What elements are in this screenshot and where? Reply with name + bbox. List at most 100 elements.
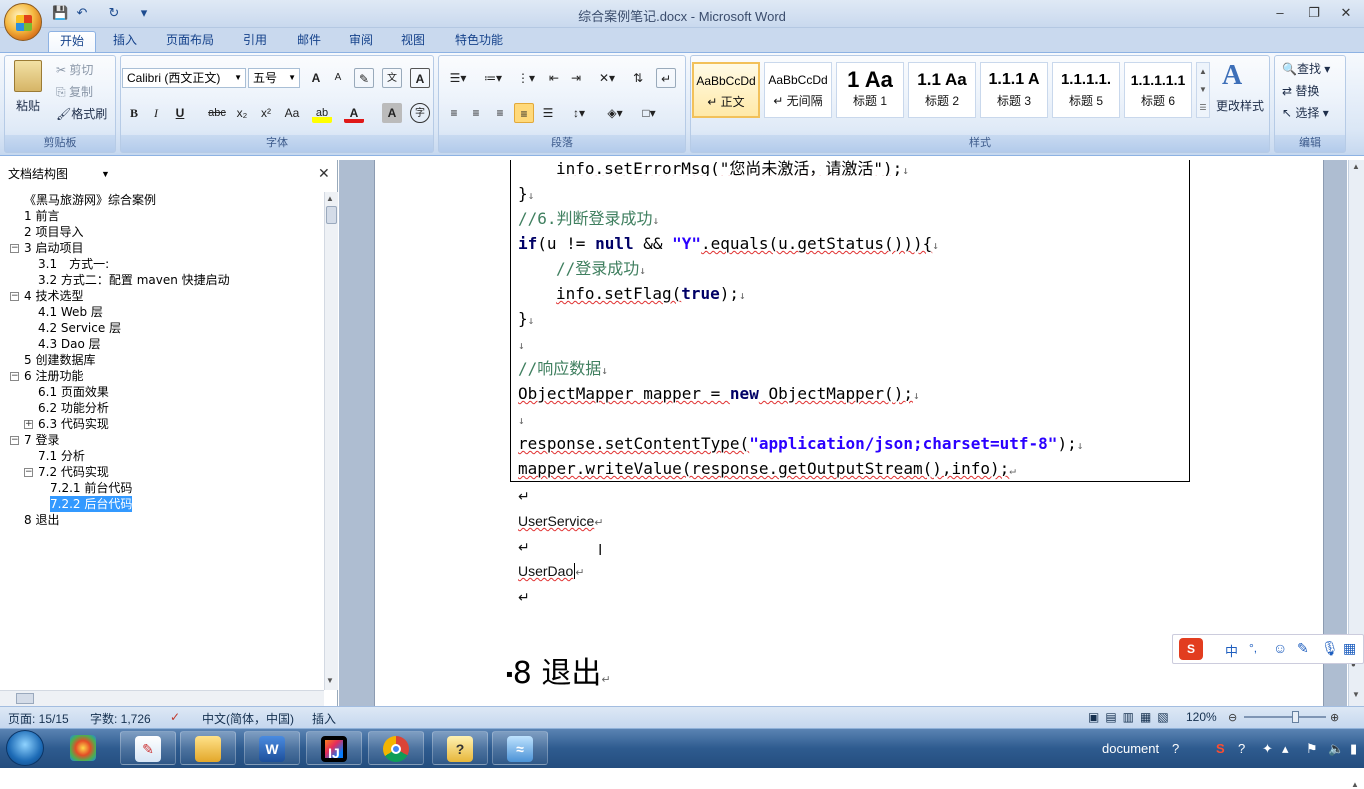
copy-button[interactable]: ⎘ 复制 [56,83,93,100]
tab-references[interactable]: 引用 [232,31,278,52]
emoji-icon[interactable]: ☺ [1273,640,1287,656]
minimize-button[interactable]: – [1268,3,1292,23]
styles-scroll[interactable]: ▲ ▼ ☰ [1196,62,1210,118]
tab-view[interactable]: 视图 [390,31,436,52]
nav-hscroll-thumb[interactable] [16,693,34,704]
taskbar-explorer[interactable] [180,731,236,765]
tab-page-layout[interactable]: 页面布局 [158,31,222,52]
char-shading-button[interactable]: A [382,103,402,123]
ime-toolbar[interactable]: S 中 °, ☺ ✎ 🎙 ▦ [1172,634,1364,664]
scroll-down-icon[interactable]: ▼ [326,676,334,685]
font-name-combo[interactable]: Calibri (西文正文) ▼ [122,68,246,88]
page-count[interactable]: 页面: 15/15 [8,710,69,727]
nav-item[interactable]: 4.2 Service 层 [4,320,322,336]
zoom-thumb[interactable] [1292,711,1299,723]
clear-format-icon[interactable]: ✎ [354,68,374,88]
view-buttons[interactable]: ▣▤▥▦▧ [1088,710,1175,724]
nav-view-select[interactable]: 文档结构图 ▼ [4,165,110,184]
font-color-button[interactable]: A [344,103,364,123]
taskbar-dolphin[interactable]: ≈ [492,731,548,765]
word-count[interactable]: 字数: 1,726 [90,710,151,727]
nav-vertical-scrollbar[interactable]: ▲ ▼ [324,192,338,690]
tray-volume-icon[interactable]: 🔈 [1328,741,1344,757]
tab-mailings[interactable]: 邮件 [286,31,332,52]
highlight-button[interactable]: ab [312,103,332,123]
close-button[interactable]: ✕ [1334,3,1358,23]
tab-special-features[interactable]: 特色功能 [446,31,512,52]
nav-item[interactable]: 3.1 方式一: [4,256,322,272]
shading-icon[interactable]: ◈▾ [600,103,630,123]
numbering-icon[interactable]: ≔▾ [478,68,508,88]
sort-icon[interactable]: ⇅ [628,68,648,88]
nav-item[interactable]: +6.3 代码实现 [4,416,322,432]
ime-mode[interactable]: 中 [1225,641,1238,660]
zoom-slider[interactable]: ⊖ ⊕ [1228,711,1342,724]
taskbar-word[interactable]: W [244,731,300,765]
taskbar-chrome[interactable] [368,731,424,765]
underline-button[interactable]: U [170,103,190,123]
change-case-button[interactable]: Aa [280,103,304,123]
collapse-icon[interactable]: − [10,372,19,381]
shrink-font-button[interactable]: A [328,68,348,88]
nav-close-icon[interactable]: ✕ [318,165,330,182]
nav-item[interactable]: −7.2 代码实现 [4,464,322,480]
nav-item[interactable]: 6.2 功能分析 [4,400,322,416]
start-button[interactable] [6,730,44,766]
collapse-icon[interactable]: − [10,292,19,301]
collapse-icon[interactable]: − [10,436,19,445]
nav-item[interactable]: 3.2 方式二：配置 maven 快捷启动 [4,272,322,288]
taskbar-intellij[interactable]: IJ [306,731,362,765]
nav-item[interactable]: 8 退出 [4,512,322,528]
paste-button[interactable]: 粘贴 [16,97,40,114]
tab-review[interactable]: 审阅 [338,31,384,52]
tray-arrow-icon[interactable]: ▴ [1282,741,1289,757]
align-right-icon[interactable]: ≡ [490,103,510,123]
tray-tools-icon[interactable]: ✦ [1262,741,1273,757]
cut-button[interactable]: ✂ 剪切 [56,61,93,78]
justify-icon[interactable]: ≡ [514,103,534,123]
restore-button[interactable]: ❐ [1302,3,1326,23]
style-heading-5[interactable]: 1.1.1.1. 标题 5 [1052,62,1120,118]
grid-menu-icon[interactable]: ▦ [1343,640,1356,657]
office-button[interactable] [4,3,42,41]
next-page-icon[interactable]: ▼ [1352,690,1360,699]
italic-button[interactable]: I [146,103,166,123]
nav-horizontal-scrollbar[interactable] [0,690,324,706]
align-left-icon[interactable]: ≡ [444,103,464,123]
tray-help-icon[interactable]: ? [1172,741,1179,756]
subscript-button[interactable]: x₂ [232,103,252,123]
tray-help2-icon[interactable]: ? [1238,741,1245,756]
nav-item[interactable]: −6 注册功能 [4,368,322,384]
show-marks-icon[interactable]: ↵ [656,68,676,88]
nav-item[interactable]: −4 技术选型 [4,288,322,304]
nav-item[interactable]: 2 项目导入 [4,224,322,240]
enclose-chars-button[interactable]: 字 [410,103,430,123]
nav-item[interactable]: 7.2.2 后台代码 [4,496,322,512]
tray-sogou-icon[interactable]: S [1216,741,1225,756]
tray-document-label[interactable]: document [1102,741,1159,756]
proofing-icon[interactable]: ✓ [170,710,180,724]
replace-button[interactable]: ⇄ 替换 [1282,82,1319,99]
zoom-level[interactable]: 120% [1186,710,1217,724]
style-heading-1[interactable]: 1 Aa 标题 1 [836,62,904,118]
tray-network-icon[interactable]: ▮ [1350,741,1357,757]
taskbar-help[interactable]: ? [432,731,488,765]
tab-insert[interactable]: 插入 [102,31,148,52]
collapse-icon[interactable]: − [10,244,19,253]
font-size-combo[interactable]: 五号 ▼ [248,68,300,88]
taskbar-app-1[interactable] [56,731,112,765]
language-indicator[interactable]: 中文(简体，中国) [202,710,294,727]
zoom-out-icon[interactable]: ⊖ [1228,711,1237,724]
bullets-icon[interactable]: ☰▾ [444,68,472,88]
nav-item[interactable]: −3 启动项目 [4,240,322,256]
distributed-icon[interactable]: ☰ [538,103,558,123]
multilevel-list-icon[interactable]: ⋮▾ [512,68,540,88]
style-no-spacing[interactable]: AaBbCcDd ↵ 无间隔 [764,62,832,118]
nav-item[interactable]: 4.3 Dao 层 [4,336,322,352]
superscript-button[interactable]: x² [256,103,276,123]
grow-font-button[interactable]: A [306,68,326,88]
nav-item[interactable]: 4.1 Web 层 [4,304,322,320]
line-spacing-icon[interactable]: ↕▾ [564,103,594,123]
document-vertical-scrollbar[interactable]: ▲ ▲ ● ▼ [1348,160,1364,789]
bold-button[interactable]: B [124,103,144,123]
